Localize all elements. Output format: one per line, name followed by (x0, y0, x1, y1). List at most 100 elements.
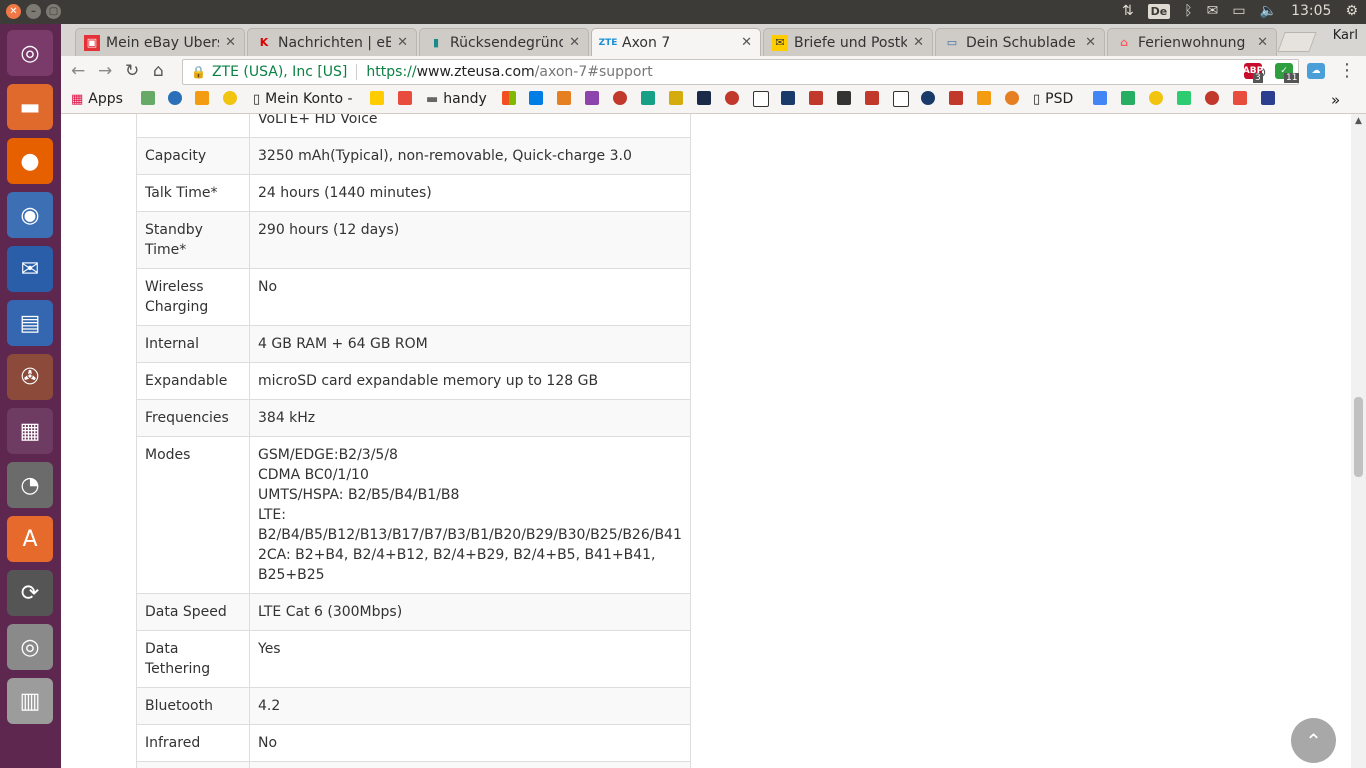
tab-ferienwohnung[interactable]: ⌂ Ferienwohnung ✕ (1107, 28, 1277, 56)
cloud-extension-icon[interactable]: ☁ (1307, 63, 1325, 79)
bookmark-icon-11[interactable] (613, 91, 627, 105)
volume-icon[interactable]: 🔈 (1260, 3, 1277, 19)
tab-nachrichten[interactable]: K Nachrichten | eB ✕ (247, 28, 417, 56)
mail-icon[interactable]: ✉ (1207, 3, 1219, 19)
software-center-icon[interactable]: A (7, 516, 53, 562)
close-tab-icon[interactable]: ✕ (397, 35, 408, 50)
close-tab-icon[interactable]: ✕ (225, 35, 236, 50)
maximize-window-button[interactable]: ▢ (46, 4, 61, 19)
thunderbird-icon[interactable]: ✉ (7, 246, 53, 292)
page-scrollbar[interactable]: ▲ (1351, 114, 1366, 768)
tab-schublade[interactable]: ▭ Dein Schublade ✕ (935, 28, 1105, 56)
bookmark-icon-20[interactable] (865, 91, 879, 105)
bookmark-icon-dropbox[interactable] (529, 91, 543, 105)
bookmark-icon-13[interactable] (669, 91, 683, 105)
bookmark-mein-konto[interactable]: ▯ Mein Konto - (253, 91, 353, 107)
bookmark-icon-dhl[interactable] (370, 91, 384, 105)
bookmark-icon-32[interactable] (1261, 91, 1275, 105)
record-icon (1205, 91, 1219, 105)
bookmark-apps[interactable]: ▦ Apps (71, 91, 123, 107)
trash-icon[interactable]: ▥ (7, 678, 53, 724)
bookmark-icon-24[interactable] (977, 91, 991, 105)
new-tab-button[interactable] (1277, 32, 1317, 52)
writer-icon[interactable]: ▤ (7, 300, 53, 346)
bookmark-icon-14[interactable] (697, 91, 711, 105)
translate-icon (1093, 91, 1107, 105)
firefox-icon[interactable]: ● (7, 138, 53, 184)
bookmarks-overflow-button[interactable]: » (1331, 91, 1340, 109)
bookmark-icon-1[interactable] (141, 91, 155, 105)
close-tab-icon[interactable]: ✕ (913, 35, 924, 50)
tab-ebay[interactable]: ▣ Mein eBay Übers ✕ (75, 28, 245, 56)
bookmark-icon-3[interactable] (195, 91, 209, 105)
minimize-window-button[interactable]: – (26, 4, 41, 19)
system-settings-icon[interactable]: ✇ (7, 354, 53, 400)
workspace-switcher-icon[interactable]: ▦ (7, 408, 53, 454)
bookmark-icon-6[interactable] (398, 91, 412, 105)
bluetooth-icon[interactable]: ᛒ (1184, 3, 1192, 19)
bookmark-icon-22[interactable] (921, 91, 935, 105)
bookmark-icon-19[interactable] (837, 91, 851, 105)
close-tab-icon[interactable]: ✕ (741, 35, 752, 50)
tab-title: Mein eBay Übers (106, 34, 220, 51)
bookmark-icon-windows[interactable] (502, 91, 516, 105)
close-tab-icon[interactable]: ✕ (1085, 35, 1096, 50)
profile-name[interactable]: Karl (1333, 28, 1358, 43)
spec-key: Modes (136, 436, 250, 594)
bookmark-icon-25[interactable] (1005, 91, 1019, 105)
menu-icon[interactable]: ⋮ (1338, 60, 1356, 81)
bookmark-icon-21[interactable] (893, 91, 909, 107)
scrollbar-thumb[interactable] (1354, 397, 1363, 477)
bookmark-icon-12[interactable] (641, 91, 655, 105)
wn-icon (809, 91, 823, 105)
bookmark-icon-27[interactable] (1121, 91, 1135, 105)
dvd-icon[interactable]: ◎ (7, 624, 53, 670)
scroll-up-arrow-icon[interactable]: ▲ (1351, 114, 1366, 128)
spec-row: Data Tethering Yes (136, 630, 691, 688)
bookmark-icon-4[interactable] (223, 91, 237, 105)
tab-ruecksendegruende[interactable]: ▮ Rücksendegründ ✕ (419, 28, 589, 56)
zte-icon: ZTE (598, 37, 618, 48)
address-bar[interactable]: 🔒 ZTE (USA), Inc [US] https://www.zteusa… (182, 59, 1299, 85)
settings-gear-icon[interactable]: ⚙ (1345, 3, 1358, 19)
back-arrow-icon[interactable]: ← (71, 61, 85, 81)
spec-key: Internal (136, 325, 250, 363)
circle-icon (921, 91, 935, 105)
back-to-top-button[interactable]: ⌃ (1291, 718, 1336, 763)
bookmark-icon-10[interactable] (585, 91, 599, 105)
battery-icon[interactable]: ▭ (1232, 3, 1245, 19)
chromium-icon[interactable]: ◉ (7, 192, 53, 238)
bookmark-icon-translate[interactable] (1093, 91, 1107, 105)
bookmark-handy[interactable]: ▬ handy (426, 91, 487, 107)
clock[interactable]: 13:05 (1291, 3, 1331, 19)
disk-usage-icon[interactable]: ◔ (7, 462, 53, 508)
close-window-button[interactable]: ✕ (6, 4, 21, 19)
bookmark-icon-17[interactable] (781, 91, 795, 105)
adac-icon (223, 91, 237, 105)
tab-briefe[interactable]: ✉ Briefe und Postk ✕ (763, 28, 933, 56)
keyboard-layout-indicator[interactable]: De (1147, 3, 1171, 19)
files-icon[interactable]: ▬ (7, 84, 53, 130)
ubuntu-dash-icon[interactable]: ◎ (7, 30, 53, 76)
bookmark-icon-30[interactable] (1205, 91, 1219, 105)
bookmark-icon-15[interactable] (725, 91, 739, 105)
bookmark-icon-2[interactable] (168, 91, 182, 105)
reload-icon[interactable]: ↻ (125, 61, 139, 81)
bookmark-icon-18[interactable] (809, 91, 823, 105)
pinwheel-icon (557, 91, 571, 105)
bookmark-icon-9[interactable] (557, 91, 571, 105)
bookmark-icon-29[interactable] (1177, 91, 1191, 105)
bookmark-icon-16[interactable] (753, 91, 769, 107)
software-updater-icon[interactable]: ⟳ (7, 570, 53, 616)
bookmark-icon-28[interactable] (1149, 91, 1163, 105)
tab-axon-7[interactable]: ZTE Axon 7 ✕ (591, 28, 761, 56)
bookmark-icon-23[interactable] (949, 91, 963, 105)
page-icon: ▯ (1033, 91, 1041, 107)
close-tab-icon[interactable]: ✕ (569, 35, 580, 50)
home-icon[interactable]: ⌂ (153, 61, 164, 81)
close-tab-icon[interactable]: ✕ (1257, 35, 1268, 50)
network-icon[interactable]: ⇅ (1122, 3, 1134, 19)
bookmark-icon-31[interactable] (1233, 91, 1247, 105)
forward-arrow-icon[interactable]: → (98, 61, 112, 81)
bookmark-psd[interactable]: ▯ PSD (1033, 91, 1073, 107)
